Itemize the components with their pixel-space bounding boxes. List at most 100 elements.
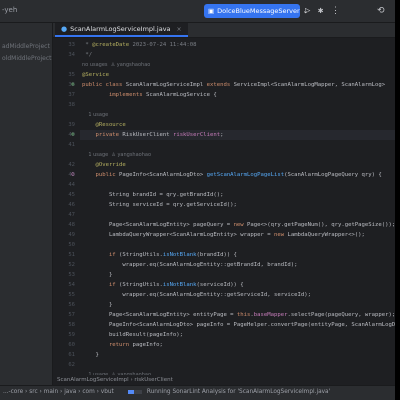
vcs-icon[interactable]: ⟲: [377, 5, 385, 17]
bug-icon[interactable]: ✱: [318, 5, 323, 17]
play-icon[interactable]: ▷: [305, 5, 310, 17]
code-token: getScanAlarmLogPageList: [206, 172, 285, 178]
line-number[interactable]: 45: [53, 190, 75, 200]
code-line[interactable]: Page<ScanAlarmLogEntity> pageQuery = new…: [82, 220, 395, 230]
code-token: PageInfo<ScanAlarmLogDto> pageInfo = Pag…: [82, 322, 395, 328]
inlay-hint[interactable]: no usages ♙ yangshaohao: [82, 60, 150, 70]
line-number[interactable]: 56: [53, 300, 75, 310]
editor-tab-bar: ● ScanAlarmLogServiceImpl.java ×: [53, 23, 395, 38]
line-number[interactable]: 41: [53, 140, 75, 150]
code-line[interactable]: PageInfo<ScanAlarmLogDto> pageInfo = Pag…: [82, 320, 395, 330]
code-line[interactable]: String brandId = qry.getBrandId();: [82, 190, 224, 200]
line-number[interactable]: 59: [53, 330, 75, 340]
code-token: @Override: [82, 162, 126, 168]
status-path-segment[interactable]: java: [64, 389, 76, 395]
line-number[interactable]: 58: [53, 320, 75, 330]
code-line[interactable]: public class ScanAlarmLogServiceImpl ext…: [82, 80, 385, 90]
line-number[interactable]: 46: [53, 200, 75, 210]
bean-gutter-icon[interactable]: ⊚: [71, 130, 75, 140]
line-number[interactable]: 52: [53, 260, 75, 270]
line-number[interactable]: 38: [53, 100, 75, 110]
code-line[interactable]: }: [82, 270, 112, 280]
code-line[interactable]: if (StringUtils.isNotBlank(serviceId)) {: [82, 280, 244, 290]
project-name[interactable]: -yeh: [2, 6, 17, 14]
code-line[interactable]: wrapper.eq(ScanAlarmLogEntity::getServic…: [82, 290, 311, 300]
line-number[interactable]: 42: [53, 160, 75, 170]
code-token: @createDate: [92, 42, 130, 48]
line-number[interactable]: 62: [53, 360, 75, 370]
line-number[interactable]: 57: [53, 310, 75, 320]
implementation-gutter-icon[interactable]: ⊚: [71, 80, 75, 90]
code-line[interactable]: * @createDate 2023-07-24 11:44:08: [82, 40, 196, 50]
breadcrumb-class[interactable]: ScanAlarmLogServiceImpl: [57, 377, 129, 383]
line-number[interactable]: 50: [53, 240, 75, 250]
line-number[interactable]: 51: [53, 250, 75, 260]
code-token: String brandId = qry.getBrandId();: [82, 192, 224, 198]
inlay-hint[interactable]: 1 usage: [82, 110, 108, 120]
line-number[interactable]: 53: [53, 270, 75, 280]
code-token: */: [82, 52, 93, 58]
code-line[interactable]: implements ScanAlarmLogService {: [82, 90, 217, 100]
line-number[interactable]: 47: [53, 210, 75, 220]
class-icon: ●: [61, 25, 68, 33]
code-line[interactable]: }: [82, 300, 112, 310]
code-token: LambdaQueryWrapper<ScanAlarmLogEntity> w…: [82, 232, 274, 238]
usage-hint: no usages ♙ yangshaohao: [82, 62, 151, 68]
code-line[interactable]: buildResult(pageInfo);: [82, 330, 183, 340]
task-progress-bar: [128, 389, 142, 394]
line-number[interactable]: 34: [53, 50, 75, 60]
line-number[interactable]: 37: [53, 90, 75, 100]
code-line[interactable]: String serviceId = qry.getServiceId();: [82, 200, 237, 210]
line-number[interactable]: 55: [53, 290, 75, 300]
line-number[interactable]: 60: [53, 340, 75, 350]
line-number[interactable]: 49: [53, 230, 75, 240]
code-line[interactable]: */: [82, 50, 92, 60]
code-token: this: [236, 312, 251, 318]
code-line[interactable]: Page<ScanAlarmLogEntity> entityPage = th…: [82, 310, 395, 320]
title-bar: -yeh ▣ DolceBlueMessageServer ⌄ ▷ ✱ ⋮ ⟲: [0, 0, 395, 23]
status-path-segment[interactable]: main: [44, 389, 58, 395]
status-path-segment[interactable]: ...-core: [3, 389, 23, 395]
line-number[interactable]: 33: [53, 40, 75, 50]
status-path-segment[interactable]: vbut: [101, 389, 114, 395]
line-number[interactable]: 54: [53, 280, 75, 290]
tab-scanalarmlogserviceimpl[interactable]: ● ScanAlarmLogServiceImpl.java ×: [55, 23, 188, 37]
more-icon[interactable]: ⋮: [331, 5, 340, 17]
status-path-segment[interactable]: com: [82, 389, 94, 395]
code-line[interactable]: }: [82, 350, 98, 360]
code-token: if: [82, 252, 120, 258]
window-edge: [395, 0, 400, 400]
code-token: ScanAlarmLogService {: [146, 92, 217, 98]
line-number[interactable]: 48: [53, 220, 75, 230]
close-icon[interactable]: ×: [177, 26, 182, 33]
usage-hint: 1 usage ♙ yangshaohao: [82, 152, 152, 158]
code-line[interactable]: if (StringUtils.isNotBlank(brandId)) {: [82, 250, 237, 260]
code-line[interactable]: @Service: [82, 70, 109, 80]
code-token: wrapper.eq(ScanAlarmLogEntity::getServic…: [82, 292, 312, 298]
run-config-selector[interactable]: ▣ DolceBlueMessageServer ⌄: [204, 4, 308, 18]
code-token: wrapper.eq(ScanAlarmLogEntity::getBrandI…: [82, 262, 298, 268]
breadcrumb-field[interactable]: riskUserClient: [134, 377, 172, 383]
code-token: (serviceId)) {: [196, 282, 244, 288]
line-number[interactable]: 61: [53, 350, 75, 360]
code-token: (ScanAlarmLogPageQuery qry) {: [284, 172, 382, 178]
code-line[interactable]: @Resource: [82, 120, 125, 130]
override-gutter-icon[interactable]: ⊙: [71, 170, 75, 180]
code-token: (brandId)) {: [196, 252, 237, 258]
code-line[interactable]: wrapper.eq(ScanAlarmLogEntity::getBrandI…: [82, 260, 298, 270]
line-number[interactable]: 44: [53, 180, 75, 190]
code-line[interactable]: private RiskUserClient riskUserClient;: [82, 130, 223, 140]
sidebar-item[interactable]: oldMiddleProject: [2, 55, 52, 62]
code-line[interactable]: @Override: [82, 160, 126, 170]
code-line[interactable]: public PageInfo<ScanAlarmLogDto> getScan…: [82, 170, 382, 180]
inlay-hint[interactable]: 1 usage ♙ yangshaohao: [82, 150, 151, 160]
background-task[interactable]: Running SonarLint Analysis for 'ScanAlar…: [128, 389, 330, 395]
code-line[interactable]: return pageInfo;: [82, 340, 163, 350]
app-icon: ▣: [208, 7, 215, 15]
line-number[interactable]: 35: [53, 70, 75, 80]
line-number[interactable]: 39: [53, 120, 75, 130]
code-line[interactable]: LambdaQueryWrapper<ScanAlarmLogEntity> w…: [82, 230, 365, 240]
sidebar-item[interactable]: adMiddleProject: [2, 43, 52, 50]
status-path-segment[interactable]: src: [29, 389, 37, 395]
code-token: }: [82, 272, 113, 278]
